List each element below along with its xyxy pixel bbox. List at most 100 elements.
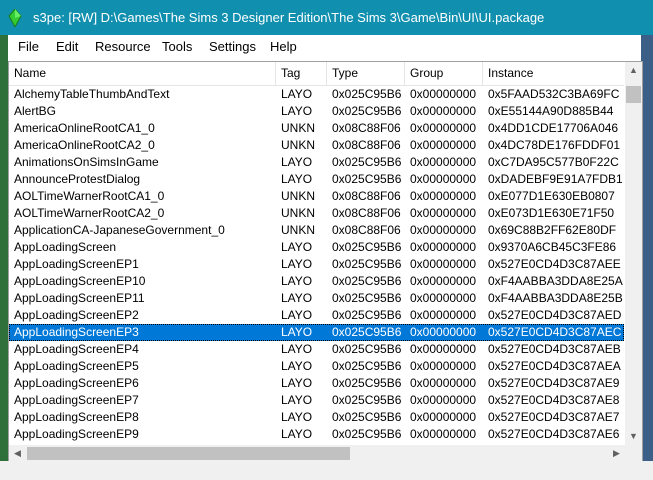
table-row[interactable]: AmericaOnlineRootCA2_0 UNKN 0x08C88F06 0x00… (9, 137, 624, 154)
cell-type: 0x025C95B6 (332, 393, 402, 407)
cell-group: 0x00000000 (410, 393, 477, 407)
arrow-up-icon[interactable]: ▲ (625, 62, 642, 79)
cell-group: 0x00000000 (410, 206, 477, 220)
table-row[interactable]: AppLoadingScreenEP4 LAYO 0x025C95B6 0x00000… (9, 341, 624, 358)
column-header-type[interactable]: Type (327, 62, 405, 85)
cell-type: 0x025C95B6 (332, 240, 402, 254)
column-header-group[interactable]: Group (405, 62, 483, 85)
window-bottom-edge (0, 461, 653, 480)
cell-instance: 0x527E0CD4D3C87AE6 (488, 427, 620, 441)
table-row[interactable]: AppLoadingScreen LAYO 0x025C95B6 0x00000000… (9, 239, 624, 256)
column-header-name[interactable]: Name (9, 62, 276, 85)
table-row[interactable]: AlchemyTableThumbAndText LAYO 0x025C95B6 0x… (9, 86, 624, 103)
cell-instance: 0xE077D1E630EB0807 (488, 189, 615, 203)
table-row[interactable]: ApplicationCA-JapaneseGovernment_0 UNKN 0x… (9, 222, 624, 239)
table-row[interactable]: AmericaOnlineRootCA1_0 UNKN 0x08C88F06 0x00… (9, 120, 624, 137)
column-header-instance[interactable]: Instance (483, 62, 624, 85)
cell-tag: UNKN (281, 206, 316, 220)
cell-type: 0x025C95B6 (332, 155, 402, 169)
table-row[interactable]: AppLoadingScreenEP8 LAYO 0x025C95B6 0x00000… (9, 409, 624, 426)
cell-tag: LAYO (281, 172, 313, 186)
cell-tag: LAYO (281, 104, 313, 118)
cell-tag: LAYO (281, 155, 313, 169)
cell-type: 0x08C88F06 (332, 223, 401, 237)
cell-name: AOLTimeWarnerRootCA2_0 (14, 206, 165, 220)
table-row[interactable]: AlertBG LAYO 0x025C95B6 0x00000000 0xE55144A… (9, 103, 624, 120)
cell-group: 0x00000000 (410, 189, 477, 203)
cell-group: 0x00000000 (410, 291, 477, 305)
cell-instance: 0x527E0CD4D3C87AE9 (488, 376, 620, 390)
menu-help[interactable]: Help (270, 39, 297, 54)
cell-type: 0x025C95B6 (332, 274, 402, 288)
table-row[interactable]: AppLoadingScreenEP11 LAYO 0x025C95B6 0x0000… (9, 290, 624, 307)
table-row[interactable]: AppLoadingScreenEP3 LAYO 0x025C95B6 0x00000… (9, 324, 624, 341)
cell-tag: LAYO (281, 240, 313, 254)
cell-tag: LAYO (281, 274, 313, 288)
cell-instance: 0xC7DA95C577B0F22C (488, 155, 619, 169)
cell-name: AppLoadingScreenEP3 (14, 325, 139, 339)
cell-type: 0x08C88F06 (332, 206, 401, 220)
resource-list[interactable]: Name Tag Type Group Instance AlchemyTabl… (8, 61, 643, 463)
table-row[interactable]: AppLoadingScreenEP10 LAYO 0x025C95B6 0x0000… (9, 273, 624, 290)
app-window: s3pe: [RW] D:\Games\The Sims 3 Designer … (0, 0, 653, 480)
cell-type: 0x025C95B6 (332, 257, 402, 271)
table-row[interactable]: AppLoadingScreenEP2 LAYO 0x025C95B6 0x00000… (9, 307, 624, 324)
cell-name: AppLoadingScreenEP5 (14, 359, 139, 373)
arrow-down-icon[interactable]: ▼ (625, 428, 642, 445)
cell-instance: 0x527E0CD4D3C87AEA (488, 359, 621, 373)
sims-plumbob-icon (8, 9, 22, 27)
table-row[interactable]: AnimationsOnSimsInGame LAYO 0x025C95B6 0x00… (9, 154, 624, 171)
table-row[interactable]: AOLTimeWarnerRootCA2_0 UNKN 0x08C88F06 0x00… (9, 205, 624, 222)
horizontal-scrollbar[interactable]: ◀ ▶ (9, 445, 625, 462)
vertical-scroll-thumb[interactable] (626, 86, 641, 103)
menu-tools[interactable]: Tools (162, 39, 192, 54)
vertical-scrollbar[interactable]: ▲ ▼ (625, 62, 642, 445)
column-header-tag[interactable]: Tag (276, 62, 327, 85)
cell-tag: UNKN (281, 223, 316, 237)
cell-instance: 0x527E0CD4D3C87AE7 (488, 410, 620, 424)
menu-edit[interactable]: Edit (56, 39, 78, 54)
menu-settings[interactable]: Settings (209, 39, 256, 54)
cell-type: 0x025C95B6 (332, 87, 402, 101)
cell-type: 0x025C95B6 (332, 376, 402, 390)
arrow-right-icon[interactable]: ▶ (608, 445, 625, 462)
cell-tag: LAYO (281, 87, 313, 101)
table-row[interactable]: AppLoadingScreenEP6 LAYO 0x025C95B6 0x00000… (9, 375, 624, 392)
cell-tag: LAYO (281, 308, 313, 322)
table-row[interactable]: AppLoadingScreenEP7 LAYO 0x025C95B6 0x00000… (9, 392, 624, 409)
cell-name: ApplicationCA-JapaneseGovernment_0 (14, 223, 225, 237)
cell-group: 0x00000000 (410, 223, 477, 237)
cell-instance: 0x527E0CD4D3C87AEC (488, 325, 622, 339)
table-row[interactable]: AnnounceProtestDialog LAYO 0x025C95B6 0x000… (9, 171, 624, 188)
cell-name: AlchemyTableThumbAndText (14, 87, 170, 101)
cell-type: 0x025C95B6 (332, 342, 402, 356)
cell-name: AOLTimeWarnerRootCA1_0 (14, 189, 165, 203)
horizontal-scroll-thumb[interactable] (27, 447, 350, 460)
cell-group: 0x00000000 (410, 172, 477, 186)
menu-resource[interactable]: Resource (95, 39, 151, 54)
cell-group: 0x00000000 (410, 104, 477, 118)
list-rows: AlchemyTableThumbAndText LAYO 0x025C95B6 0x… (9, 86, 624, 462)
cell-type: 0x025C95B6 (332, 291, 402, 305)
title-bar[interactable]: s3pe: [RW] D:\Games\The Sims 3 Designer … (0, 0, 653, 35)
cell-name: AppLoadingScreen (14, 240, 117, 254)
cell-group: 0x00000000 (410, 325, 477, 339)
cell-group: 0x00000000 (410, 342, 477, 356)
table-row[interactable]: AppLoadingScreenEP1 LAYO 0x025C95B6 0x00000… (9, 256, 624, 273)
table-row[interactable]: AppLoadingScreenEP9 LAYO 0x025C95B6 0x00000… (9, 426, 624, 443)
cell-type: 0x025C95B6 (332, 427, 402, 441)
cell-name: AppLoadingScreenEP11 (14, 291, 145, 305)
cell-group: 0x00000000 (410, 138, 477, 152)
menu-file[interactable]: File (18, 39, 39, 54)
cell-type: 0x025C95B6 (332, 325, 402, 339)
menu-bar: File Edit Resource Tools Settings Help (0, 35, 653, 58)
table-row[interactable]: AOLTimeWarnerRootCA1_0 UNKN 0x08C88F06 0x00… (9, 188, 624, 205)
table-row[interactable]: AppLoadingScreenEP5 LAYO 0x025C95B6 0x00000… (9, 358, 624, 375)
cell-tag: LAYO (281, 376, 313, 390)
cell-type: 0x08C88F06 (332, 189, 401, 203)
cell-instance: 0xF4AABBA3DDA8E25A (488, 274, 623, 288)
cell-group: 0x00000000 (410, 410, 477, 424)
cell-name: AmericaOnlineRootCA1_0 (14, 121, 155, 135)
list-header: Name Tag Type Group Instance (9, 62, 624, 86)
arrow-left-icon[interactable]: ◀ (9, 445, 26, 462)
